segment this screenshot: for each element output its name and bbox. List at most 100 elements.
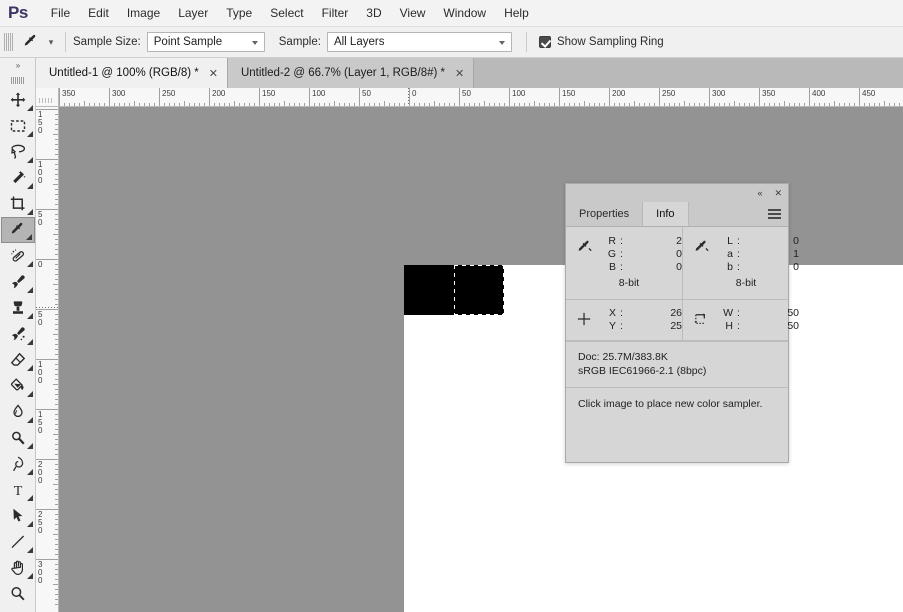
pointer-coordinates: X:Y: 26 25: [566, 300, 682, 340]
type-tool[interactable]: T: [1, 477, 35, 503]
tool-flyout-triangle-icon[interactable]: [27, 573, 33, 579]
path-selection-tool[interactable]: [1, 503, 35, 529]
tool-flyout-triangle-icon[interactable]: [27, 365, 33, 371]
tool-flyout-triangle-icon[interactable]: [27, 521, 33, 527]
tool-flyout-triangle-icon[interactable]: [27, 469, 33, 475]
menu-window[interactable]: Window: [434, 2, 495, 24]
ruler-label: 250: [38, 510, 43, 535]
toolbar-grip[interactable]: [0, 73, 35, 87]
menu-edit[interactable]: Edit: [79, 2, 118, 24]
blur-tool[interactable]: [1, 399, 35, 425]
clone-stamp-tool[interactable]: [1, 295, 35, 321]
readout-value: 50: [787, 320, 799, 332]
hand-tool[interactable]: [1, 555, 35, 581]
ruler-label: 400: [812, 89, 826, 98]
eyedropper-tool[interactable]: [1, 217, 35, 243]
gradient-tool[interactable]: [1, 373, 35, 399]
info-panel: « ✕ Properties Info R: G: B: 2 0 0 8-…: [565, 183, 799, 463]
move-tool[interactable]: [1, 87, 35, 113]
menu-select[interactable]: Select: [261, 2, 312, 24]
history-brush-icon: [9, 325, 27, 343]
document-tab-1[interactable]: Untitled-1 @ 100% (RGB/8) * ✕: [36, 58, 228, 88]
toolbar-collapse-button[interactable]: »: [0, 58, 35, 73]
panel-menu-icon[interactable]: [768, 209, 781, 219]
tool-flyout-triangle-icon[interactable]: [27, 547, 33, 553]
zoom-tool[interactable]: [1, 581, 35, 607]
readout-value: 1: [793, 248, 799, 260]
color-readout-rgb[interactable]: R:G:B: 200 8-bit: [566, 227, 682, 299]
tool-flyout-triangle-icon[interactable]: [27, 261, 33, 267]
menu-view[interactable]: View: [391, 2, 435, 24]
clone-stamp-icon: [9, 299, 27, 317]
menu-image[interactable]: Image: [118, 2, 169, 24]
menu-3d[interactable]: 3D: [357, 2, 390, 24]
rectangular-marquee-tool[interactable]: [1, 113, 35, 139]
ruler-label: 200: [612, 89, 626, 98]
panel-tab-bar: Properties Info: [566, 202, 788, 227]
menu-file[interactable]: File: [42, 2, 79, 24]
menu-layer[interactable]: Layer: [169, 2, 217, 24]
sample-select[interactable]: All Layers: [326, 32, 512, 52]
tool-flyout-triangle-icon[interactable]: [26, 234, 32, 240]
history-brush-tool[interactable]: [1, 321, 35, 347]
menu-filter[interactable]: Filter: [313, 2, 358, 24]
tool-flyout-triangle-icon[interactable]: [27, 391, 33, 397]
options-bar-grip[interactable]: [4, 33, 13, 51]
lasso-tool[interactable]: [1, 139, 35, 165]
tool-flyout-triangle-icon[interactable]: [27, 339, 33, 345]
document-tab-2[interactable]: Untitled-2 @ 66.7% (Layer 1, RGB/8#) * ✕: [227, 58, 475, 88]
readout-separator: :: [737, 307, 740, 319]
ruler-label: 0: [38, 260, 43, 269]
tool-flyout-triangle-icon[interactable]: [27, 417, 33, 423]
tool-preset-chevron-down-icon[interactable]: ▾: [44, 31, 58, 53]
tool-flyout-triangle-icon[interactable]: [27, 313, 33, 319]
quick-selection-tool[interactable]: [1, 165, 35, 191]
tool-flyout-triangle-icon[interactable]: [27, 495, 33, 501]
tool-flyout-triangle-icon[interactable]: [27, 131, 33, 137]
readout-key: W: [723, 307, 733, 319]
document-tab-close-icon[interactable]: ✕: [209, 68, 218, 79]
magnifier-icon: [9, 585, 27, 603]
divider: [65, 32, 66, 52]
horizontal-ruler[interactable]: 350 300 250 200 150 100 50 0 50 100 150 200 250 300 35…: [59, 88, 903, 107]
svg-text:T: T: [14, 484, 23, 499]
sample-size-select[interactable]: Point Sample: [146, 32, 265, 52]
tab-info[interactable]: Info: [643, 202, 689, 226]
panel-close-icon[interactable]: ✕: [774, 188, 782, 198]
ruler-label: 50: [462, 89, 471, 98]
ruler-origin-guide: [408, 88, 409, 106]
tool-flyout-triangle-icon[interactable]: [27, 183, 33, 189]
eraser-tool[interactable]: [1, 347, 35, 373]
tool-flyout-triangle-icon[interactable]: [27, 157, 33, 163]
readout-key: H: [725, 320, 733, 332]
tool-flyout-triangle-icon[interactable]: [27, 443, 33, 449]
brush-tool[interactable]: [1, 269, 35, 295]
crop-tool[interactable]: [1, 191, 35, 217]
eyedropper-icon[interactable]: [18, 30, 44, 54]
doc-profile-line: sRGB IEC61966-2.1 (8bpc): [578, 365, 707, 377]
tab-properties[interactable]: Properties: [566, 202, 644, 226]
ruler-origin-corner[interactable]: [36, 88, 59, 107]
document-tab-close-icon[interactable]: ✕: [455, 68, 464, 79]
tool-flyout-triangle-icon[interactable]: [27, 287, 33, 293]
app-logo: Ps: [8, 3, 28, 22]
ruler-label: 50: [38, 210, 43, 227]
info-panel-body: R:G:B: 200 8-bit L: a: b: 0 1 0 8-bit…: [566, 227, 799, 420]
menu-type[interactable]: Type: [217, 2, 261, 24]
lasso-icon: [9, 143, 27, 161]
tool-flyout-triangle-icon[interactable]: [27, 209, 33, 215]
show-sampling-ring-toggle[interactable]: Show Sampling Ring: [538, 36, 664, 48]
color-readout-lab[interactable]: L:a:b: 010 8-bit: [682, 227, 799, 299]
pen-tool[interactable]: [1, 451, 35, 477]
menu-help[interactable]: Help: [495, 2, 538, 24]
line-tool[interactable]: [1, 529, 35, 555]
readout-key: R: [608, 235, 616, 247]
spot-healing-brush-tool[interactable]: [1, 243, 35, 269]
dodge-icon: [9, 429, 27, 447]
tool-flyout-triangle-icon[interactable]: [27, 105, 33, 111]
dodge-tool[interactable]: [1, 425, 35, 451]
vertical-ruler[interactable]: 150 100 50 0 50 100 150 200 250 300: [36, 107, 59, 612]
panel-collapse-icon[interactable]: «: [757, 188, 762, 198]
panel-title-bar[interactable]: « ✕: [566, 184, 788, 202]
tools-panel: » T: [0, 58, 36, 612]
